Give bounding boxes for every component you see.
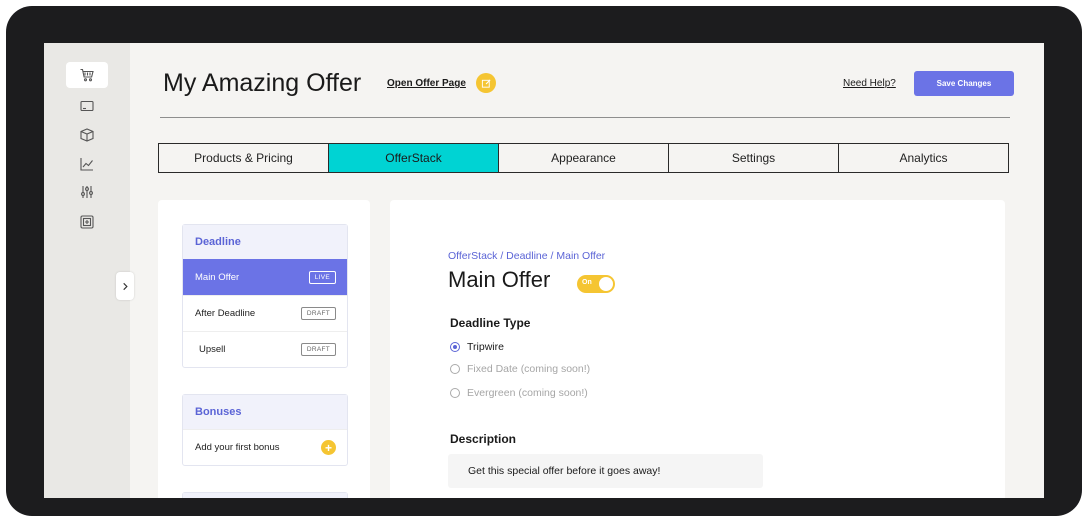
status-badge: DRAFT	[300, 343, 336, 356]
add-bonus-row[interactable]: Add your first bonus +	[183, 429, 347, 465]
description-field[interactable]: Get this special offer before it goes aw…	[448, 454, 763, 488]
section-title: Main Offer	[448, 267, 551, 292]
add-square-icon[interactable]	[66, 209, 108, 235]
deadline-group: Deadline Main Offer LIVE After Deadline …	[182, 224, 348, 368]
collapse-sidebar-button[interactable]	[116, 272, 134, 300]
icon-rail	[44, 43, 130, 498]
radio-button[interactable]	[450, 364, 460, 374]
sidebar-item-main-offer[interactable]: Main Offer LIVE	[183, 259, 347, 295]
tab-appearance[interactable]: Appearance	[499, 144, 669, 172]
sidebar-item-label: Main Offer	[195, 271, 240, 283]
tab-analytics[interactable]: Analytics	[839, 144, 1008, 172]
radio-label: Evergreen (coming soon!)	[467, 387, 588, 399]
chevron-right-icon	[122, 282, 128, 290]
sidebar-item-upsell[interactable]: Upsell DRAFT	[183, 331, 347, 367]
sidebar-item-after-deadline[interactable]: After Deadline DRAFT	[183, 295, 347, 331]
radio-button[interactable]	[450, 388, 460, 398]
tab-offerstack[interactable]: OfferStack	[329, 144, 499, 172]
offer-toggle[interactable]: On	[577, 275, 615, 293]
deadline-type-label: Deadline Type	[450, 316, 531, 330]
status-badge: LIVE	[308, 270, 336, 284]
description-label: Description	[450, 432, 517, 446]
plus-icon[interactable]: +	[321, 440, 336, 455]
bonuses-group-header: Bonuses	[183, 395, 347, 429]
sliders-icon[interactable]	[66, 179, 108, 205]
header-divider	[160, 117, 1010, 118]
edit-icon	[481, 78, 491, 88]
status-badge: DRAFT	[300, 307, 336, 320]
radio-tripwire[interactable]: Tripwire	[450, 341, 504, 353]
tab-settings[interactable]: Settings	[669, 144, 839, 172]
radio-button[interactable]	[450, 342, 460, 352]
credit-card-icon[interactable]	[66, 93, 108, 119]
description-value: Get this special offer before it goes aw…	[468, 465, 661, 477]
main-content-panel: OfferStack / Deadline / Main Offer Main …	[390, 200, 1005, 498]
tab-products-pricing[interactable]: Products & Pricing	[159, 144, 329, 172]
page-title: My Amazing Offer	[163, 69, 362, 97]
chart-icon[interactable]	[66, 151, 108, 177]
radio-fixed-date[interactable]: Fixed Date (coming soon!)	[450, 363, 590, 375]
radio-evergreen[interactable]: Evergreen (coming soon!)	[450, 387, 588, 399]
bonuses-group: Bonuses Add your first bonus +	[182, 394, 348, 466]
need-help-link[interactable]: Need Help?	[843, 78, 896, 89]
edit-button[interactable]	[476, 73, 496, 93]
open-offer-page-link[interactable]: Open Offer Page	[387, 78, 466, 89]
sidebar-item-label: Upsell	[199, 344, 226, 355]
add-bonus-label: Add your first bonus	[195, 442, 280, 453]
toggle-knob	[599, 277, 613, 291]
app-screen: My Amazing Offer Open Offer Page Need He…	[44, 43, 1044, 498]
toggle-label: On	[582, 279, 592, 286]
breadcrumb[interactable]: OfferStack / Deadline / Main Offer	[448, 250, 605, 262]
cart-icon[interactable]	[66, 62, 108, 88]
next-group	[182, 492, 348, 498]
box-icon[interactable]	[66, 122, 108, 148]
radio-label: Tripwire	[467, 341, 504, 353]
save-changes-button[interactable]: Save Changes	[914, 71, 1014, 96]
deadline-group-header: Deadline	[183, 225, 347, 259]
radio-label: Fixed Date (coming soon!)	[467, 363, 591, 375]
sidebar-item-label: After Deadline	[195, 308, 256, 319]
tab-bar: Products & Pricing OfferStack Appearance…	[158, 143, 1009, 173]
next-group-header	[183, 493, 347, 498]
offer-stack-sidebar: Deadline Main Offer LIVE After Deadline …	[158, 200, 370, 498]
